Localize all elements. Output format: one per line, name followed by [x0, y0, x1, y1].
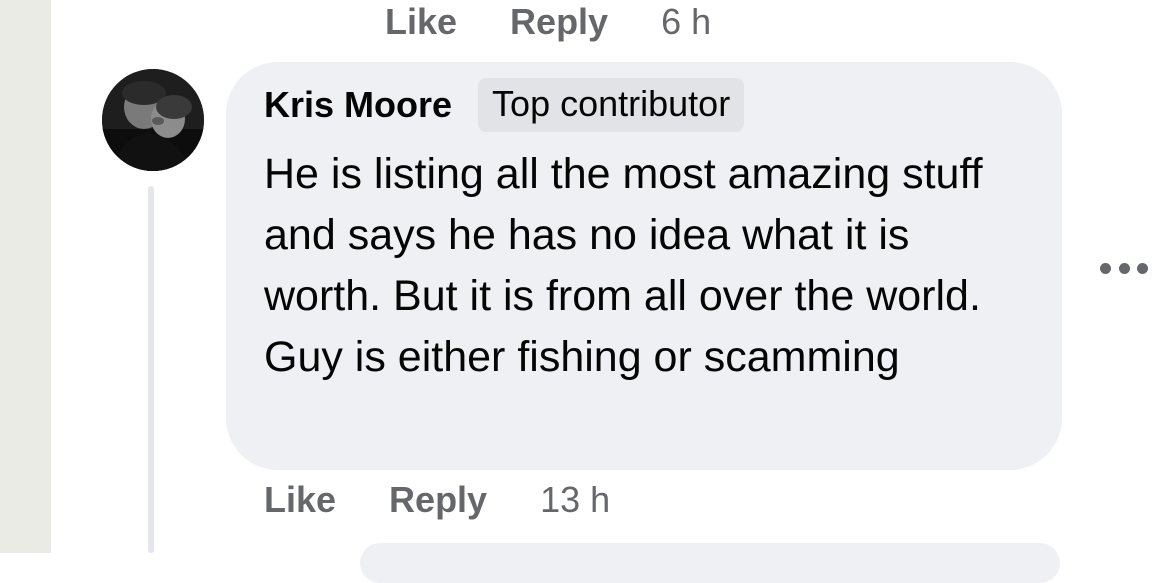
dot — [1118, 262, 1130, 274]
comment-bubble: Kris Moore Top contributor He is listing… — [226, 62, 1062, 470]
previous-comment-actions: Like Reply 6 h — [385, 0, 711, 44]
thread-line — [148, 186, 154, 553]
timestamp[interactable]: 13 h — [540, 479, 610, 521]
like-button[interactable]: Like — [385, 1, 457, 43]
avatar[interactable] — [102, 69, 204, 171]
author-row: Kris Moore Top contributor — [264, 78, 745, 132]
author-name[interactable]: Kris Moore — [264, 84, 452, 126]
reply-button[interactable]: Reply — [389, 479, 487, 521]
comment-actions: Like Reply 13 h — [264, 478, 610, 522]
dot — [1100, 262, 1111, 274]
left-gutter — [0, 0, 51, 553]
top-contributor-badge: Top contributor — [478, 78, 745, 132]
like-button[interactable]: Like — [264, 479, 336, 521]
comment-text: He is listing all the most amazing stuff… — [264, 150, 983, 381]
avatar-photo — [102, 69, 204, 171]
more-options-icon[interactable] — [1100, 258, 1148, 278]
timestamp[interactable]: 6 h — [661, 1, 711, 43]
dot — [1137, 262, 1148, 274]
next-comment-bubble — [360, 543, 1060, 583]
reply-button[interactable]: Reply — [510, 1, 608, 43]
